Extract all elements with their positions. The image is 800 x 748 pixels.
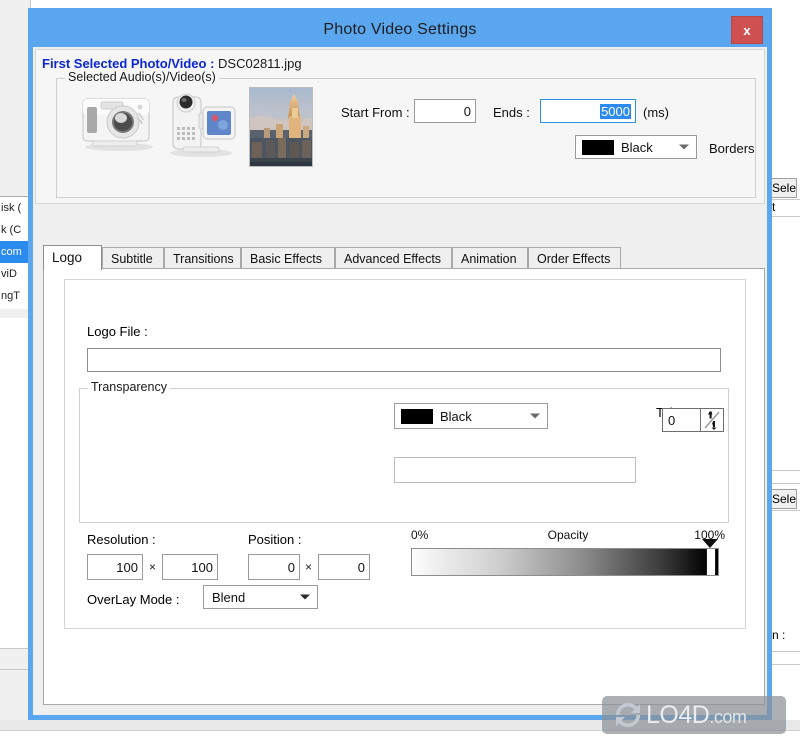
tab-logo[interactable]: Logo — [43, 245, 102, 270]
list-item[interactable]: isk ( — [0, 197, 30, 219]
chevron-down-icon — [530, 413, 540, 419]
background-white-area — [0, 318, 30, 648]
opacity-slider-caret — [702, 539, 718, 548]
transparency-groupbox: Transparency Black Tolerance : — [79, 380, 729, 523]
resolution-label: Resolution : — [87, 532, 156, 547]
first-selected-filename: DSC02811.jpg — [218, 56, 302, 71]
tab-subtitle[interactable]: Subtitle — [102, 247, 164, 269]
chevron-down-icon — [679, 144, 689, 150]
dialog-body: First Selected Photo/Video : DSC02811.jp… — [33, 47, 767, 715]
position-label: Position : — [248, 532, 302, 547]
dialog-title: Photo Video Settings — [323, 21, 477, 38]
opacity-control: 0% Opacity 100% — [411, 528, 725, 576]
list-item[interactable]: com — [0, 241, 30, 263]
background-label-n: n : — [772, 628, 786, 642]
tab-animation[interactable]: Animation — [452, 247, 528, 269]
photo-thumbnail — [249, 87, 313, 167]
camcorder-icon — [170, 93, 236, 157]
position-multiply-sign: × — [305, 560, 313, 574]
transparency-color-select[interactable]: Black — [394, 403, 548, 429]
screen: isk ( k (C com viD ngT Sele t Sele n : P… — [0, 0, 800, 748]
transparency-color-value: Black — [440, 408, 472, 424]
tolerance-spin-buttons[interactable] — [700, 409, 723, 431]
position-x-input[interactable]: 0 — [248, 554, 300, 580]
list-item[interactable]: viD — [0, 263, 30, 285]
background-label-t: t — [772, 200, 776, 214]
list-item[interactable]: ngT — [0, 285, 30, 307]
opacity-min-label: 0% — [411, 528, 429, 542]
tab-order-effects[interactable]: Order Effects — [528, 247, 621, 269]
chevron-down-icon — [300, 594, 310, 600]
background-right-panel: Sele t Sele n : — [770, 0, 800, 720]
selection-panel: First Selected Photo/Video : DSC02811.jp… — [35, 49, 765, 204]
start-from-input[interactable]: 0 — [414, 99, 476, 123]
position-y-input[interactable]: 0 — [318, 554, 370, 580]
overlay-mode-label: OverLay Mode : — [87, 592, 180, 607]
resolution-multiply-sign: × — [149, 560, 157, 574]
color-swatch — [582, 139, 614, 155]
tolerance-stepper[interactable]: 0 — [662, 408, 724, 432]
borders-label: Borders — [709, 141, 755, 156]
ends-input-value: 5000 — [600, 104, 631, 119]
tab-transitions[interactable]: Transitions — [164, 247, 241, 269]
tolerance-value: 0 — [668, 412, 676, 428]
selected-media-legend: Selected Audio(s)/Video(s) — [65, 70, 219, 84]
opacity-title: Opacity — [547, 528, 589, 542]
color-swatch — [401, 408, 433, 424]
tab-advanced-effects[interactable]: Advanced Effects — [335, 247, 452, 269]
transparency-legend: Transparency — [88, 380, 170, 394]
opacity-slider[interactable] — [411, 539, 719, 576]
background-bottom-strip — [0, 648, 30, 670]
select-button-bottom[interactable]: Sele — [770, 489, 798, 509]
opacity-scale: 0% Opacity 100% — [411, 528, 725, 544]
logo-file-label: Logo File : — [87, 324, 148, 339]
dialog-titlebar[interactable]: Photo Video Settings x — [33, 13, 767, 47]
ms-units-label: (ms) — [643, 105, 669, 120]
tab-basic-effects[interactable]: Basic Effects — [241, 247, 335, 269]
borders-color-value: Black — [621, 139, 653, 155]
logo-file-input[interactable] — [87, 348, 721, 372]
logo-settings-card: Logo File : Transparency Black Tolerance… — [64, 279, 746, 629]
resolution-width-input[interactable]: 100 — [87, 554, 143, 580]
start-from-label: Start From : — [341, 105, 410, 120]
select-button-top[interactable]: Sele — [770, 178, 798, 198]
tab-bar: Logo Subtitle Transitions Basic Effects … — [43, 245, 765, 270]
close-icon[interactable]: x — [731, 16, 763, 44]
logo-tab-panel: Logo File : Transparency Black Tolerance… — [43, 268, 765, 705]
ends-input[interactable]: 5000 — [540, 99, 636, 123]
transparency-extra-input[interactable] — [394, 457, 636, 483]
camera-icon — [82, 98, 153, 151]
resolution-height-input[interactable]: 100 — [162, 554, 218, 580]
list-item[interactable]: k (C — [0, 219, 30, 241]
overlay-mode-value: Blend — [212, 589, 246, 605]
photo-video-settings-dialog: Photo Video Settings x First Selected Ph… — [28, 8, 772, 720]
lo4d-watermark: LO4D.com — [602, 696, 786, 734]
refresh-circle-icon — [615, 702, 641, 728]
selected-media-groupbox: Selected Audio(s)/Video(s) Start From: … — [56, 70, 756, 198]
borders-color-select[interactable]: Black — [575, 135, 697, 159]
ends-label: Ends : — [493, 105, 530, 120]
opacity-slider-thumb[interactable] — [706, 549, 716, 575]
watermark-text: LO4D.com — [646, 700, 747, 729]
background-file-list[interactable]: isk ( k (C com viD ngT — [0, 196, 30, 309]
overlay-mode-select[interactable]: Blend — [203, 585, 318, 609]
first-selected-label: First Selected Photo/Video : — [42, 56, 215, 71]
first-selected-row: First Selected Photo/Video : DSC02811.jp… — [42, 56, 302, 71]
